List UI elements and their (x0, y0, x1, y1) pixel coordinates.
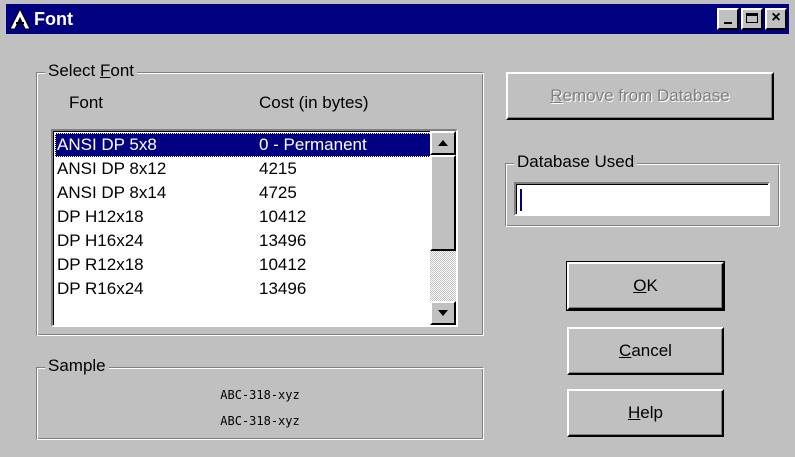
list-item[interactable]: DP R16x24 13496 (55, 277, 432, 301)
scroll-thumb[interactable] (430, 155, 456, 251)
list-item[interactable]: DP H12x18 10412 (55, 205, 432, 229)
close-icon: × (771, 9, 781, 26)
cancel-button[interactable]: Cancel (567, 327, 724, 375)
minimize-icon (724, 22, 732, 24)
list-item[interactable]: ANSI DP 8x12 4215 (55, 157, 432, 181)
window-title: Font (34, 8, 73, 29)
arrow-up-icon (438, 140, 448, 146)
select-font-legend: Select Font (45, 61, 138, 81)
list-item[interactable]: ANSI DP 5x8 0 - Permanent (55, 133, 432, 157)
font-name: DP H16x24 (57, 231, 144, 250)
font-name: ANSI DP 8x12 (57, 159, 167, 178)
maximize-icon (746, 13, 758, 23)
column-header-font: Font (69, 93, 104, 112)
sample-line-1: ABC-318-xyz (220, 388, 300, 402)
title-bar[interactable]: Font × (6, 4, 789, 34)
font-list: ANSI DP 5x8 0 - Permanent ANSI DP 8x12 4215… (55, 133, 432, 301)
font-list-scrollbar[interactable] (430, 131, 456, 325)
maximize-button[interactable] (741, 8, 763, 30)
database-used-field[interactable] (514, 182, 770, 216)
app-icon (9, 8, 31, 30)
font-cost: 0 - Permanent (259, 135, 367, 154)
column-header-cost: Cost (in bytes) (259, 93, 369, 112)
font-dialog: Font × Select Font Font Cost (in bytes) … (0, 0, 795, 457)
font-cost: 10412 (259, 207, 307, 226)
minimize-button[interactable] (717, 8, 739, 30)
sample-group: Sample ABC-318-xyz ABC-318-xyz (36, 356, 484, 440)
scroll-up-button[interactable] (430, 131, 456, 155)
scroll-down-button[interactable] (430, 301, 456, 325)
font-cost: 13496 (259, 279, 307, 298)
font-cost: 4725 (259, 183, 297, 202)
font-name: ANSI DP 8x14 (57, 183, 167, 202)
font-cost: 4215 (259, 159, 297, 178)
font-name: DP H12x18 (57, 207, 144, 226)
list-item[interactable]: ANSI DP 8x14 4725 (55, 181, 432, 205)
font-name: DP R12x18 (57, 255, 144, 274)
list-item[interactable]: DP H16x24 13496 (55, 229, 432, 253)
list-item[interactable]: DP R12x18 10412 (55, 253, 432, 277)
remove-from-database-button[interactable]: Remove from Database (506, 72, 774, 120)
sample-line-2: ABC-318-xyz (220, 414, 300, 428)
font-name: ANSI DP 5x8 (57, 135, 157, 154)
ok-button[interactable]: OK (566, 261, 725, 311)
database-used-legend: Database Used (514, 152, 638, 172)
close-button[interactable]: × (765, 8, 787, 30)
font-cost: 13496 (259, 231, 307, 250)
arrow-down-icon (438, 310, 448, 316)
font-cost: 10412 (259, 255, 307, 274)
text-caret (520, 189, 522, 211)
sample-legend: Sample (45, 356, 109, 376)
window-controls: × (715, 8, 787, 30)
font-listbox[interactable]: ANSI DP 5x8 0 - Permanent ANSI DP 8x12 4215… (51, 129, 458, 327)
font-name: DP R16x24 (57, 279, 144, 298)
help-button[interactable]: Help (567, 389, 724, 437)
